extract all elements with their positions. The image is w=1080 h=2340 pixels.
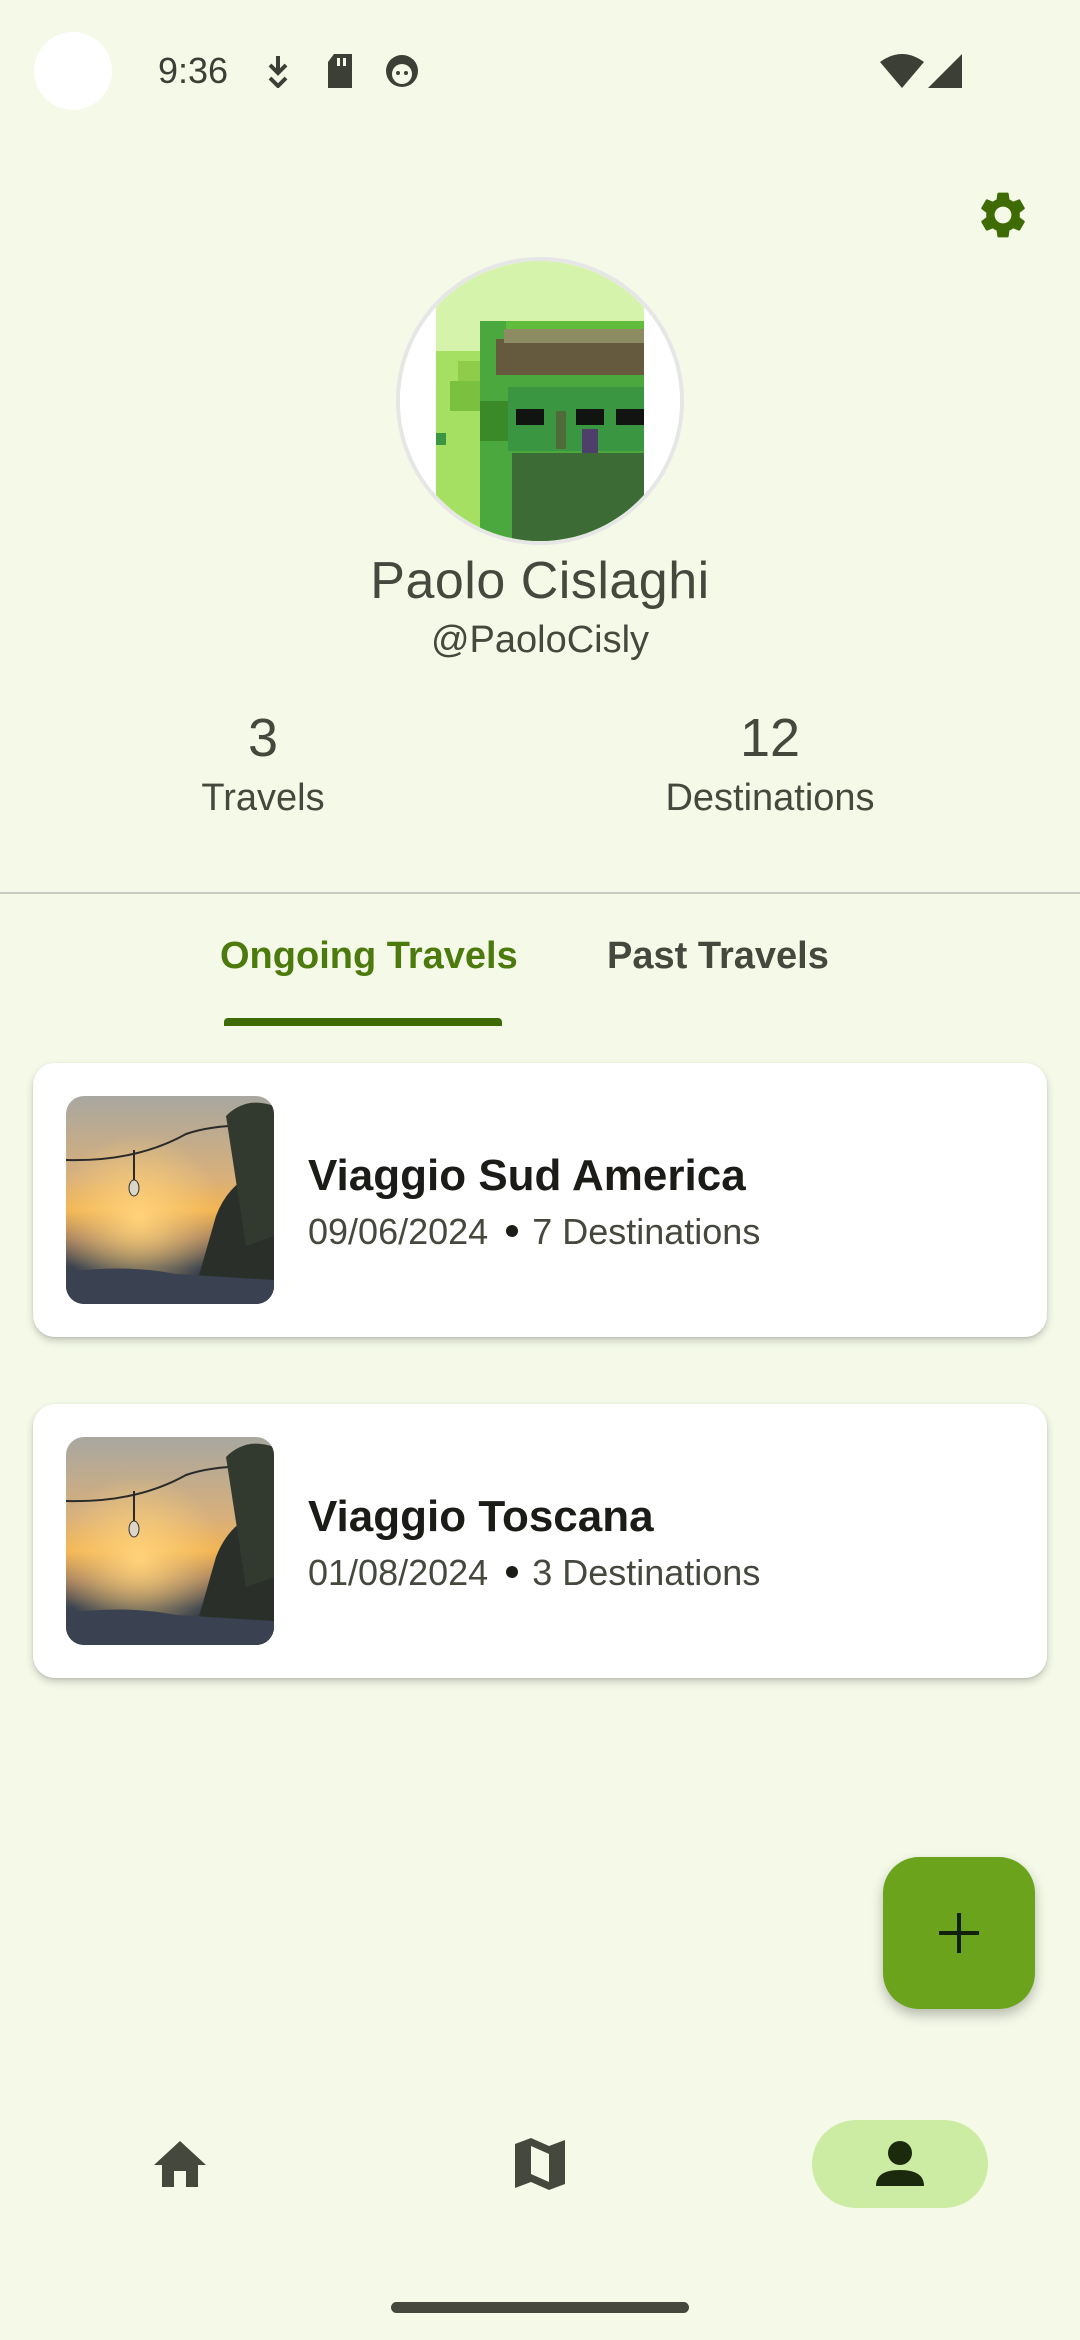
stat-travels-label: Travels (201, 777, 325, 819)
stat-destinations-label: Destinations (665, 777, 875, 819)
status-time: 9:36 (158, 50, 229, 91)
face-icon (384, 53, 420, 89)
profile-name: Paolo Cislaghi (370, 552, 710, 610)
wifi-icon (880, 54, 924, 88)
camera-cutout (34, 32, 112, 110)
profile-screen: 9:36 Paolo Cislaghi @PaoloCisly 3 Travel… (0, 0, 1080, 2340)
separator-dot (506, 1566, 519, 1579)
divider (0, 892, 1080, 894)
gesture-home-bar[interactable] (391, 2302, 689, 2313)
plus-icon (939, 1913, 979, 1953)
settings-button[interactable] (970, 182, 1036, 248)
tab-past-travels[interactable]: Past Travels (607, 935, 829, 978)
travel-title: Viaggio Toscana (308, 1492, 654, 1541)
nav-home[interactable] (92, 2120, 268, 2208)
nav-map[interactable] (452, 2120, 628, 2208)
tab-indicator (224, 1018, 502, 1026)
travel-title: Viaggio Sud America (308, 1151, 746, 1200)
stat-destinations: 12 Destinations (620, 705, 920, 820)
travel-thumbnail (66, 1437, 274, 1645)
profile-handle: @PaoloCisly (430, 619, 650, 661)
travel-thumbnail (66, 1096, 274, 1304)
download-icon (264, 54, 292, 88)
stat-destinations-value: 12 (739, 708, 801, 768)
home-icon (154, 2141, 206, 2187)
travel-card[interactable]: Viaggio Toscana 01/08/2024 3 Destinations (33, 1404, 1047, 1678)
add-travel-button[interactable] (883, 1857, 1035, 2009)
person-icon (876, 2141, 924, 2186)
travel-meta: 01/08/2024 3 Destinations (308, 1552, 760, 1594)
travel-destinations: 7 Destinations (532, 1211, 761, 1252)
avatar[interactable] (396, 257, 684, 545)
travel-date: 09/06/2024 (308, 1211, 489, 1252)
travel-meta: 09/06/2024 7 Destinations (308, 1211, 760, 1253)
travel-card[interactable]: Viaggio Sud America 09/06/2024 7 Destinat… (33, 1063, 1047, 1337)
map-icon (515, 2138, 565, 2190)
separator-dot (506, 1225, 519, 1238)
stat-travels: 3 Travels (113, 705, 413, 820)
sd-card-icon (326, 54, 354, 88)
travel-destinations: 3 Destinations (532, 1552, 761, 1593)
avatar-image (400, 261, 680, 541)
travel-date: 01/08/2024 (308, 1552, 489, 1593)
signal-icon (928, 54, 962, 88)
stat-travels-value: 3 (247, 708, 279, 768)
nav-profile[interactable] (812, 2120, 988, 2208)
tab-ongoing-travels[interactable]: Ongoing Travels (220, 935, 518, 978)
status-bar: 9:36 (0, 0, 1080, 140)
gear-icon (981, 192, 1025, 238)
